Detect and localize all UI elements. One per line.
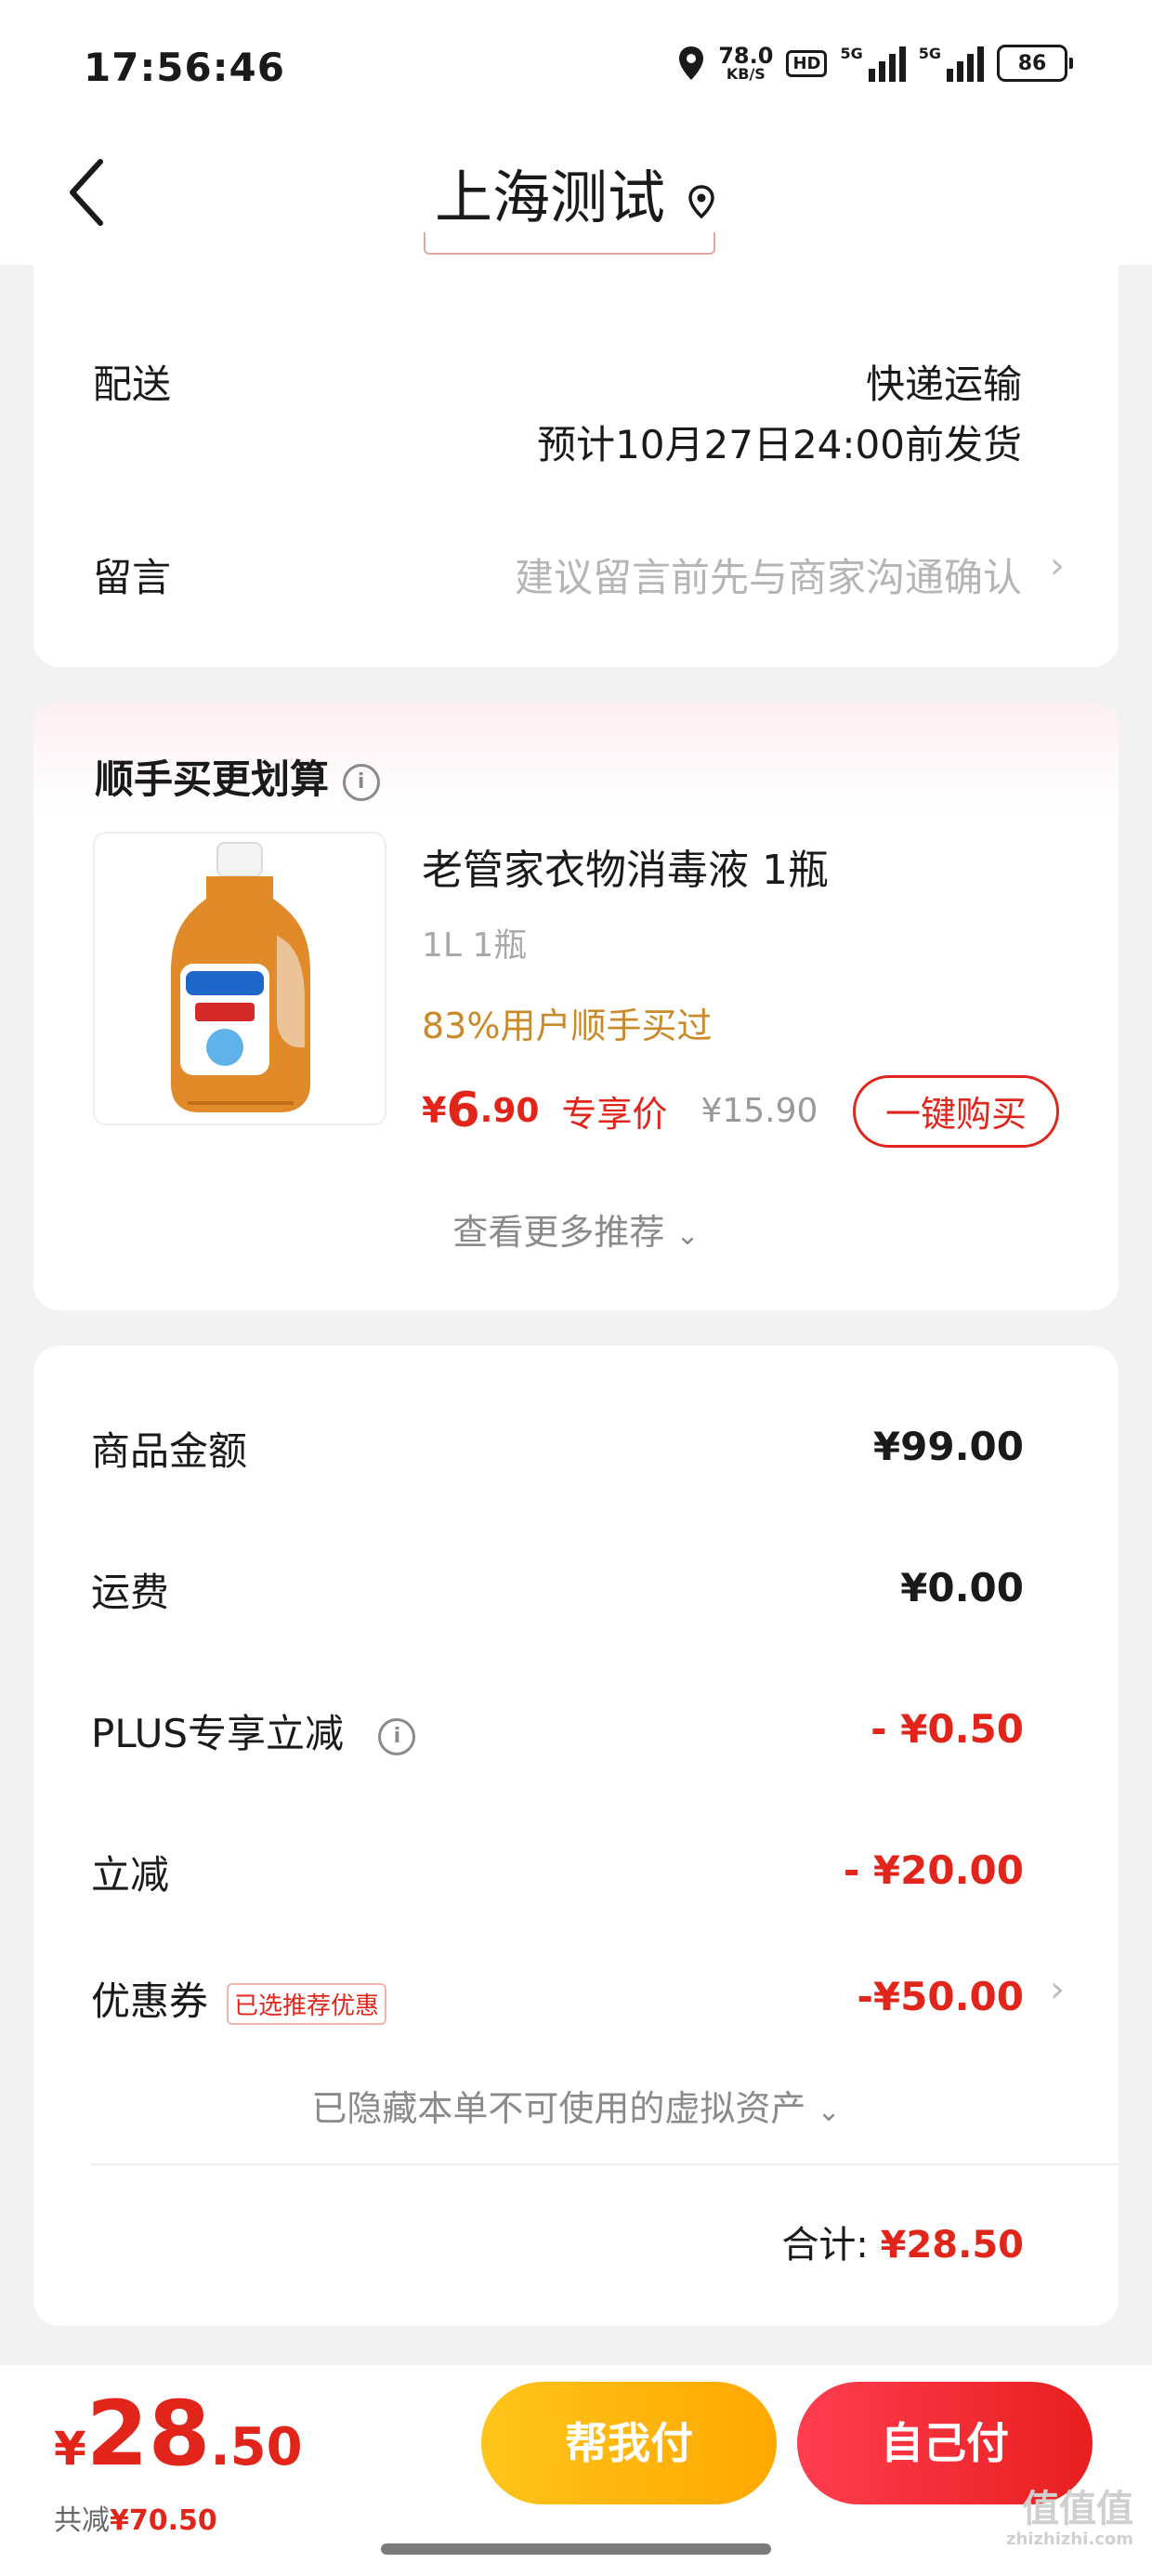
clipped-tag	[424, 232, 715, 255]
goods-amount-label: 商品金额	[91, 1428, 248, 1474]
divider	[91, 2163, 1119, 2165]
hd-icon: HD	[786, 49, 828, 77]
home-indicator[interactable]	[381, 2543, 771, 2555]
signal-icon-2: 5G	[919, 45, 984, 82]
chevron-right-icon[interactable]: ›	[1050, 545, 1065, 587]
coupon-badge: 已选推荐优惠	[227, 1983, 387, 2025]
status-time: 17:56:46	[84, 45, 285, 90]
product-image[interactable]	[93, 832, 386, 1125]
original-price: ¥15.90	[700, 1091, 818, 1130]
addon-price-row: ¥ 6 .90 专享价 ¥15.90	[422, 1073, 818, 1148]
signal-icon: 5G	[840, 45, 906, 82]
addon-product-name[interactable]: 老管家衣物消毒液 1瓶	[422, 836, 829, 896]
addon-product-spec: 1L 1瓶	[422, 927, 528, 965]
chevron-down-icon: ⌄	[817, 2096, 841, 2128]
coupon-label[interactable]: 优惠券 已选推荐优惠	[91, 1970, 387, 2027]
battery-icon: 86	[997, 45, 1073, 82]
delivery-method[interactable]: 快递运输	[866, 353, 1022, 410]
chevron-right-icon[interactable]: ›	[1050, 1968, 1065, 2011]
total-label: 合计:	[781, 2224, 869, 2267]
total-value: ¥28.50	[880, 2224, 1024, 2267]
pay-amount: ¥28.50	[54, 2382, 303, 2486]
instant-discount-label: 立减	[91, 1852, 170, 1898]
shipping-value: ¥0.00	[900, 1565, 1024, 1610]
watermark: 值值值 zhizhizhi.com	[1005, 2488, 1133, 2549]
status-icons: 78.0 KB/S HD 5G 5G 86	[677, 45, 1073, 82]
addon-title: 顺手买更划算 i	[95, 748, 380, 805]
shipping-label: 运费	[91, 1570, 170, 1615]
price-decimal: .90	[479, 1091, 540, 1130]
price-integer: 6	[446, 1083, 480, 1138]
instant-discount-value: - ¥20.00	[843, 1847, 1024, 1893]
delivery-card: 配送 快递运输 预计10月27日24:00前发货 留言 建议留言前先与商家沟通确…	[33, 232, 1119, 667]
price-tag: 专享价	[561, 1093, 668, 1135]
status-bar: 17:56:46 78.0 KB/S HD 5G 5G 86	[0, 0, 1152, 130]
help-me-pay-button[interactable]: 帮我付	[481, 2382, 777, 2504]
hidden-assets-toggle[interactable]: 已隐藏本单不可使用的虚拟资产 ⌄	[33, 2080, 1119, 2131]
plus-discount-value: - ¥0.50	[871, 1706, 1024, 1752]
more-recommendations[interactable]: 查看更多推荐 ⌄	[33, 1203, 1119, 1255]
price-summary-card: 商品金额 ¥99.00 运费 ¥0.00 PLUS专享立减 i - ¥0.50 …	[33, 1346, 1119, 2326]
net-speed: 78.0 KB/S	[718, 43, 774, 83]
delivery-label: 配送	[93, 361, 172, 407]
plus-discount-label: PLUS专享立减 i	[91, 1702, 416, 1759]
addon-card: 顺手买更划算 i 老管家衣物消毒液 1瓶 1L 1瓶 83%用户顺手买过 ¥ 6…	[33, 702, 1119, 1310]
disinfectant-bottle-icon	[171, 842, 310, 1112]
total-saved: 共减¥70.50	[54, 2504, 217, 2537]
info-icon[interactable]: i	[378, 1717, 416, 1755]
message-input[interactable]: 建议留言前先与商家沟通确认	[515, 546, 1022, 603]
message-label: 留言	[93, 555, 172, 600]
price-symbol: ¥	[422, 1090, 447, 1131]
delivery-eta: 预计10月27日24:00前发货	[537, 422, 1022, 467]
chevron-down-icon: ⌄	[675, 1219, 700, 1252]
coupon-value[interactable]: -¥50.00	[857, 1974, 1024, 2019]
page-title[interactable]: 上海测试	[0, 151, 1152, 234]
goods-amount-value: ¥99.00	[872, 1424, 1024, 1469]
order-total: 合计: ¥28.50	[781, 2215, 1024, 2268]
pay-myself-button[interactable]: 自己付	[797, 2382, 1093, 2504]
addon-buyers-rate: 83%用户顺手买过	[422, 1005, 713, 1046]
one-click-buy-button[interactable]: 一键购买	[853, 1075, 1059, 1148]
location-status-icon	[679, 46, 704, 80]
info-icon[interactable]: i	[342, 763, 380, 801]
location-pin-icon	[688, 185, 714, 219]
